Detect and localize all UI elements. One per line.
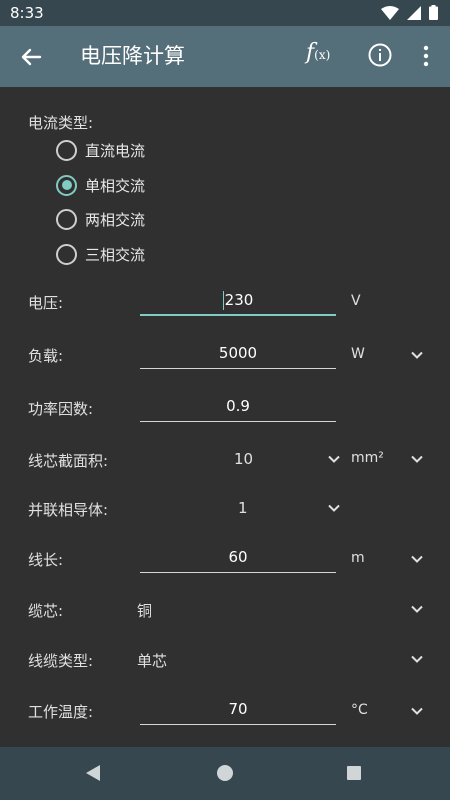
wifi-icon <box>381 5 399 20</box>
page-title: 电压降计算 <box>80 44 185 68</box>
length-unit: m <box>351 550 365 566</box>
status-icons <box>381 5 438 20</box>
length-label: 线长: <box>28 551 64 569</box>
parallel-conductors-label: 并联相导体: <box>28 501 109 519</box>
load-unit-chevron-down-icon[interactable] <box>410 348 424 362</box>
cross-section-label: 线芯截面积: <box>28 452 109 470</box>
radio-label: 两相交流 <box>85 210 146 229</box>
nav-home-icon[interactable] <box>217 765 233 781</box>
cross-section-unit-chevron-down-icon[interactable] <box>410 452 424 466</box>
radio-button-checked[interactable] <box>56 174 77 196</box>
formula-icon-f: f <box>306 40 315 65</box>
radio-button[interactable] <box>56 208 77 230</box>
radio-button[interactable] <box>56 243 77 265</box>
status-time: 8:33 <box>10 4 44 22</box>
cable-type-label: 线缆类型: <box>28 652 94 670</box>
formula-icon-x: (x) <box>314 48 331 62</box>
power-factor-input[interactable]: 0.9 <box>140 392 336 422</box>
radio-single-phase[interactable]: 单相交流 <box>56 173 145 197</box>
radio-label: 单相交流 <box>85 176 146 195</box>
voltage-input[interactable]: 230 <box>140 286 336 316</box>
cable-type-value[interactable]: 单芯 <box>137 650 167 671</box>
radio-label: 三相交流 <box>85 245 146 264</box>
voltage-unit: V <box>351 293 361 309</box>
nav-recents-icon[interactable] <box>347 766 361 780</box>
calculator-form: 电流类型: 直流电流 单相交流 两相交流 三相交流 电压: 230 V 负载: … <box>0 87 450 747</box>
radio-dc[interactable]: 直流电流 <box>56 138 145 162</box>
temperature-unit: °C <box>351 702 368 718</box>
parallel-conductors-value[interactable]: 1 <box>238 499 248 517</box>
voltage-label: 电压: <box>28 294 64 312</box>
load-input[interactable]: 5000 <box>140 339 336 369</box>
signal-icon <box>407 5 421 20</box>
status-bar: 8:33 <box>0 0 450 26</box>
core-chevron-down-icon[interactable] <box>410 602 424 616</box>
app-bar: 电压降计算 f(x) <box>0 26 450 87</box>
cable-type-chevron-down-icon[interactable] <box>410 652 424 666</box>
temperature-unit-chevron-down-icon[interactable] <box>410 704 424 718</box>
length-input[interactable]: 60 <box>140 543 336 573</box>
radio-button[interactable] <box>56 139 77 161</box>
load-value: 5000 <box>218 344 258 362</box>
length-unit-chevron-down-icon[interactable] <box>410 552 424 566</box>
info-icon[interactable] <box>367 42 393 68</box>
radio-three-phase[interactable]: 三相交流 <box>56 242 145 266</box>
radio-two-phase[interactable]: 两相交流 <box>56 207 145 231</box>
load-unit: W <box>351 346 365 362</box>
power-factor-label: 功率因数: <box>28 400 94 418</box>
core-value[interactable]: 铜 <box>137 600 152 621</box>
length-value: 60 <box>228 548 248 566</box>
battery-icon <box>429 5 438 20</box>
parallel-conductors-chevron-down-icon[interactable] <box>327 501 341 515</box>
nav-back-icon[interactable] <box>84 764 102 782</box>
temperature-label: 工作温度: <box>28 703 94 721</box>
radio-label: 直流电流 <box>85 141 146 160</box>
temperature-value: 70 <box>228 700 248 718</box>
core-label: 缆芯: <box>28 602 64 620</box>
back-arrow-icon[interactable] <box>16 42 46 72</box>
formula-button[interactable]: f(x) <box>306 40 342 72</box>
load-label: 负载: <box>28 347 64 365</box>
system-nav-bar <box>0 747 450 800</box>
cross-section-chevron-down-icon[interactable] <box>327 452 341 466</box>
cross-section-unit: mm² <box>351 450 384 466</box>
cross-section-value[interactable]: 10 <box>234 450 253 468</box>
text-caret <box>222 291 224 310</box>
voltage-value: 230 <box>224 291 254 309</box>
more-vert-icon[interactable] <box>416 42 436 70</box>
power-factor-value: 0.9 <box>226 397 250 415</box>
temperature-input[interactable]: 70 <box>140 695 336 725</box>
current-type-label: 电流类型: <box>28 114 94 132</box>
